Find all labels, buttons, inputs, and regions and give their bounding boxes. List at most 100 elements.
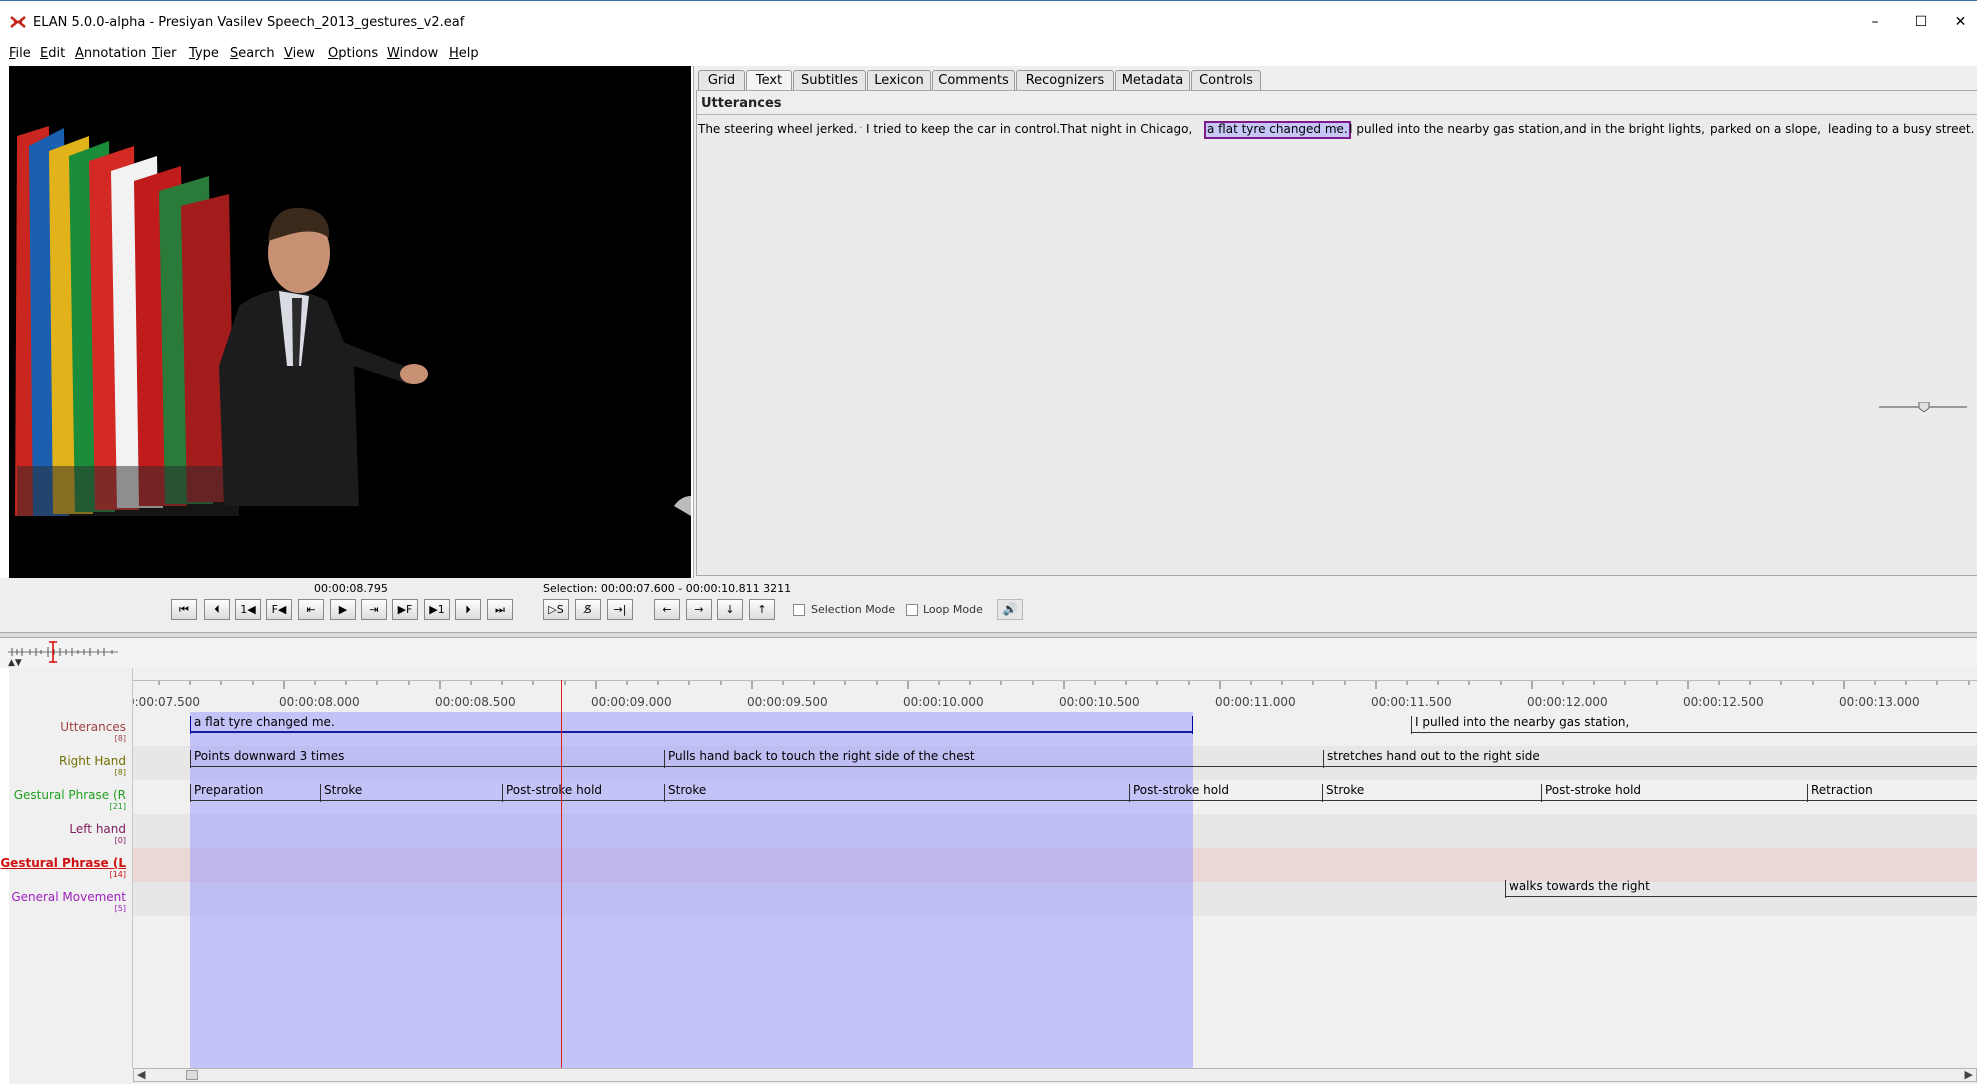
expand-arrows-icon[interactable]: ▲▼ [8, 658, 22, 668]
tab-lexicon[interactable]: Lexicon [867, 70, 931, 90]
text-viewer[interactable]: Utterances The steering wheel jerked. · … [696, 90, 1977, 576]
separator-dot: · [1335, 121, 1339, 134]
previous-annotation-button[interactable]: ← [654, 599, 680, 620]
utterance-text[interactable]: parked on a slope, [1709, 121, 1822, 139]
selection-to-crosshair-button[interactable]: →| [607, 599, 633, 620]
tier-down-button[interactable]: ↓ [717, 599, 743, 620]
separator-dot: · [1814, 121, 1818, 134]
step-back-1s-button[interactable]: 1◀ [235, 599, 261, 620]
tier-name-left-hand[interactable]: Left hand [69, 822, 126, 836]
close-button[interactable]: ✕ [1944, 9, 1977, 35]
utterance-text[interactable]: I tried to keep the car in control. [865, 121, 1061, 139]
annotation[interactable]: Post-stroke hold [1129, 780, 1322, 814]
text-viewer-tier-label: Utterances [701, 96, 782, 111]
zoom-slider[interactable] [1879, 402, 1967, 412]
clear-selection-button[interactable]: S̸ [575, 599, 601, 620]
annotation[interactable]: Stroke [664, 780, 1129, 814]
next-pixel-button[interactable]: ⇥ [361, 599, 387, 620]
utterance-text-selected[interactable]: a flat tyre changed me. [1204, 121, 1351, 139]
annotation[interactable]: a flat tyre changed me. [190, 712, 1193, 746]
menu-file[interactable]: File [9, 46, 31, 61]
tier-up-button[interactable]: ↑ [749, 599, 775, 620]
loop-mode-label: Loop Mode [923, 603, 983, 616]
step-forward-1s-button[interactable]: ▶1 [424, 599, 450, 620]
play-button[interactable]: ▶ [330, 599, 356, 620]
tier-count: [8] [114, 734, 126, 743]
annotation[interactable]: Stroke [320, 780, 502, 814]
annotation[interactable]: walks towards the right [1505, 876, 1977, 910]
annotation[interactable]: Points downward 3 times [190, 746, 664, 780]
tab-controls[interactable]: Controls [1191, 70, 1261, 90]
current-time: 00:00:08.795 [314, 582, 388, 595]
play-selection-button[interactable]: ▷S [543, 599, 569, 620]
selection-info: Selection: 00:00:07.600 - 00:00:10.811 3… [543, 582, 792, 595]
ruler-ticks [158, 681, 1970, 689]
annotation[interactable]: stretches hand out to the right side [1323, 746, 1977, 780]
menu-window[interactable]: Window [387, 46, 438, 61]
flags-image [15, 126, 239, 516]
previous-frame-button[interactable]: ⏴ [204, 599, 230, 620]
loop-mode-checkbox[interactable] [906, 604, 918, 616]
annotation[interactable]: Stroke [1322, 780, 1541, 814]
next-annotation-button[interactable]: → [686, 599, 712, 620]
volume-icon[interactable]: 🔊 [997, 599, 1023, 620]
go-to-begin-button[interactable]: ⏮ [171, 599, 197, 620]
ruler-label: 0:00:07.500 [133, 695, 200, 709]
tier-name-right-hand[interactable]: Right Hand [59, 754, 126, 768]
ruler-label: 00:00:12.000 [1527, 695, 1608, 709]
annotation[interactable]: Post-stroke hold [502, 780, 664, 814]
go-to-end-button[interactable]: ⏭ [487, 599, 513, 620]
ruler-label: 00:00:09.000 [591, 695, 672, 709]
tier-name-gestural-phrase-l[interactable]: Gestural Phrase (L [0, 856, 126, 870]
utterance-text[interactable]: That night in Chicago, [1059, 121, 1193, 139]
next-frame-button[interactable]: ⏵ [455, 599, 481, 620]
utterance-text[interactable]: I pulled into the nearby gas station, [1348, 121, 1564, 139]
utterance-text[interactable]: The steering wheel jerked. [697, 121, 858, 139]
tier-tracks[interactable]: 0:00:07.500 00:00:08.000 00:00:08.500 00… [133, 668, 1977, 1068]
scroll-right-icon[interactable]: ▶ [1965, 1068, 1973, 1081]
menu-edit[interactable]: Edit [40, 46, 65, 61]
time-ruler[interactable]: 0:00:07.500 00:00:08.000 00:00:08.500 00… [133, 680, 1977, 712]
annotation[interactable]: Post-stroke hold [1541, 780, 1807, 814]
waveform-strip [8, 641, 118, 663]
menu-annotation[interactable]: Annotation [75, 46, 146, 61]
tab-metadata[interactable]: Metadata [1115, 70, 1190, 90]
menu-options[interactable]: Options [328, 46, 378, 61]
utterance-text[interactable]: and in the bright lights, [1563, 121, 1706, 139]
tier-name-utterances[interactable]: Utterances [60, 720, 126, 734]
tab-text[interactable]: Text [746, 70, 792, 91]
tab-comments[interactable]: Comments [932, 70, 1015, 90]
selection-mode-checkbox[interactable] [793, 604, 805, 616]
maximize-button[interactable]: ☐ [1898, 9, 1944, 35]
annotation[interactable]: I pulled into the nearby gas station, [1411, 712, 1977, 746]
tab-grid[interactable]: Grid [698, 70, 745, 90]
video-frame [9, 66, 691, 578]
menu-search[interactable]: Search [230, 46, 275, 61]
tier-name-gestural-phrase-r[interactable]: Gestural Phrase (R [14, 788, 126, 802]
previous-pixel-button[interactable]: ⇤ [298, 599, 324, 620]
scroll-thumb[interactable] [186, 1070, 198, 1080]
tier-name-general-movement[interactable]: General Movement [11, 890, 126, 904]
frame-forward-button[interactable]: ▶F [392, 599, 418, 620]
tier-name-column: Utterances [8] Right Hand [8] Gestural P… [0, 668, 133, 1068]
timeline-overview[interactable]: ▲▼ [0, 638, 1977, 668]
timeline-scrollbar[interactable]: ◀ ▶ [133, 1068, 1977, 1082]
menu-tier[interactable]: Tier [152, 46, 177, 61]
playhead-crosshair[interactable] [561, 680, 562, 1068]
menu-help[interactable]: Help [449, 46, 479, 61]
menu-type[interactable]: Type [189, 46, 219, 61]
tab-recognizers[interactable]: Recognizers [1016, 70, 1114, 90]
tab-subtitles[interactable]: Subtitles [793, 70, 866, 90]
media-controls: 00:00:08.795 Selection: 00:00:07.600 - 0… [0, 578, 1977, 632]
annotation[interactable]: Pulls hand back to touch the right side … [664, 746, 1323, 780]
ruler-label: 00:00:08.500 [435, 695, 516, 709]
annotation-timeline: Utterances [8] Right Hand [8] Gestural P… [0, 668, 1977, 1084]
annotation[interactable]: Retraction [1807, 780, 1977, 814]
scroll-left-icon[interactable]: ◀ [137, 1068, 145, 1081]
video-viewer[interactable] [9, 66, 691, 578]
utterance-text[interactable]: leading to a busy street. [1827, 121, 1975, 139]
menu-view[interactable]: View [284, 46, 315, 61]
annotation[interactable]: Preparation [190, 780, 320, 814]
frame-back-button[interactable]: F◀ [266, 599, 292, 620]
minimize-button[interactable]: – [1852, 9, 1898, 35]
